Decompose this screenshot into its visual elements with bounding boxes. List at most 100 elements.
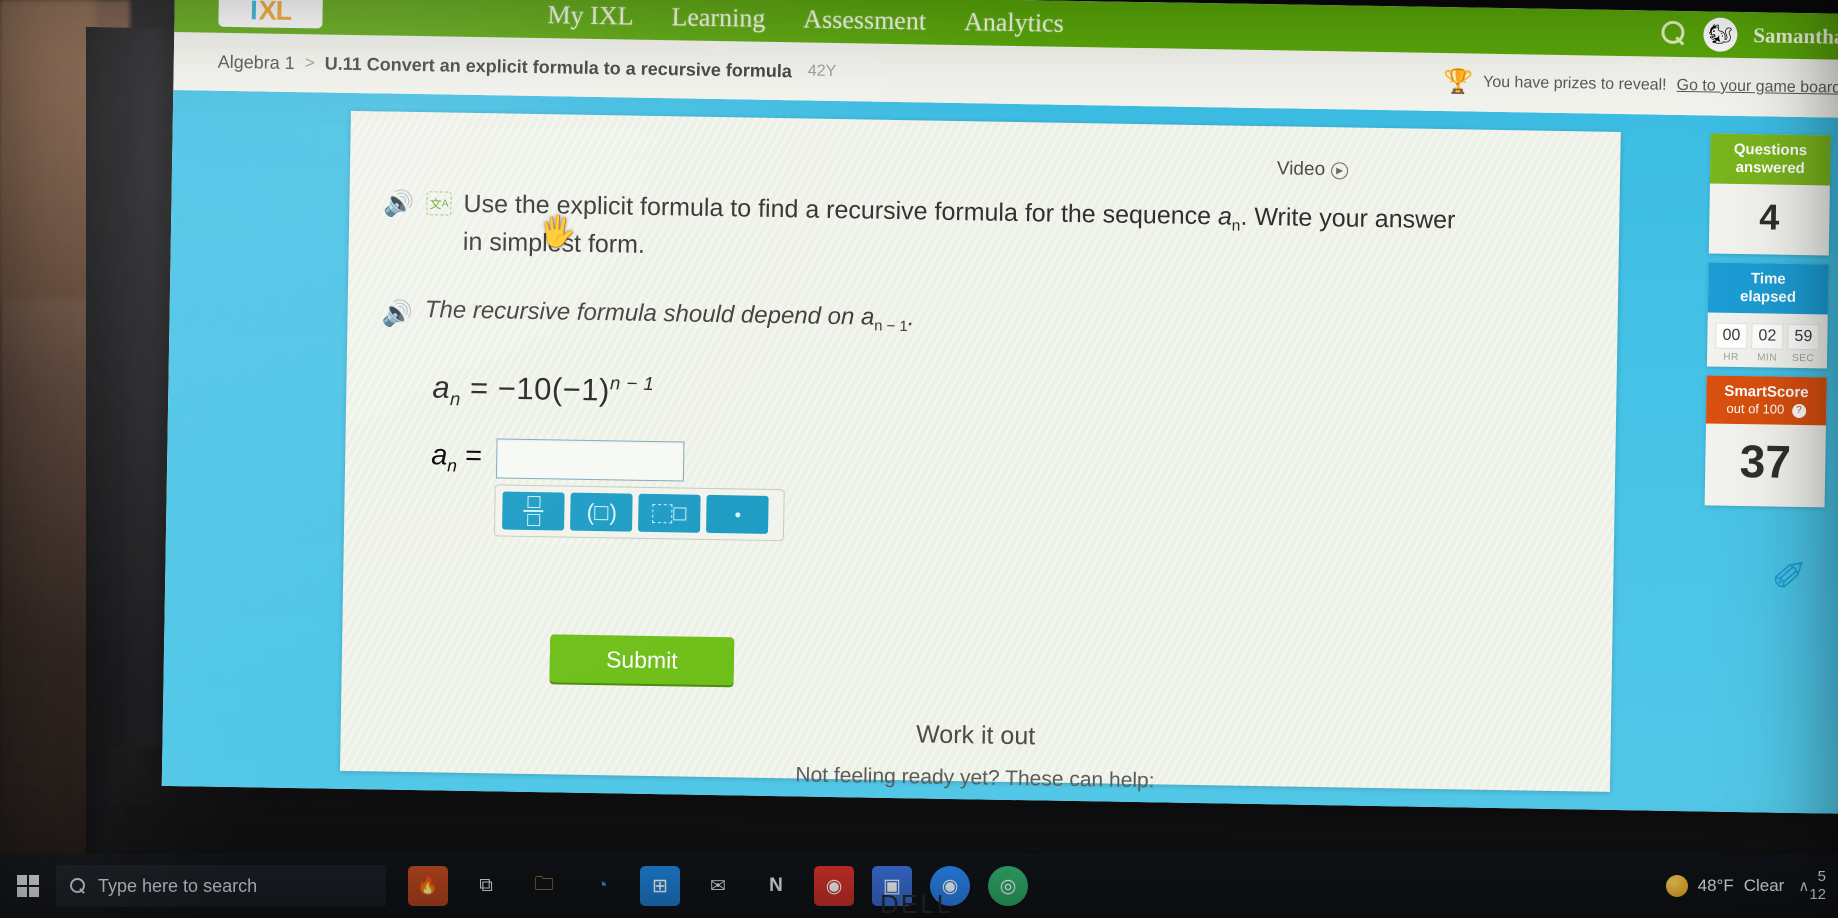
time-elapsed-title-2: elapsed	[1739, 287, 1797, 306]
exponent-key[interactable]	[638, 493, 701, 533]
timer-seconds: 59 SEC	[1787, 323, 1820, 365]
translate-icon[interactable]: 文A	[426, 191, 452, 216]
prize-banner-text: You have prizes to reveal!	[1482, 73, 1667, 94]
edge-browser-icon[interactable]: ◔	[582, 866, 622, 906]
task-view-icon[interactable]: ⧉	[466, 866, 506, 906]
work-it-out-heading: Work it out	[915, 720, 1036, 751]
questions-answered-value: 4	[1759, 196, 1780, 238]
questions-answered-title-1: Questions	[1733, 140, 1808, 160]
ixl-logo[interactable]: I XL	[218, 0, 323, 29]
answer-lhs-sub: n	[447, 454, 458, 476]
game-board-link[interactable]: Go to your game board.	[1676, 77, 1838, 98]
score-rail: Questions answered 4 Time elapsed 00 HR	[1704, 133, 1831, 516]
hint-part2: .	[907, 303, 915, 331]
video-label: Video	[1276, 158, 1326, 181]
timer-hours: 00 HR	[1715, 322, 1748, 364]
hint-speaker-icon[interactable]: 🔊	[381, 299, 413, 328]
netflix-icon[interactable]: N	[756, 866, 796, 906]
formula-rhs: −10(−1)	[497, 370, 611, 408]
timer-seconds-label: SEC	[1791, 352, 1815, 365]
weather-widget[interactable]: 48°F Clear	[1665, 875, 1784, 897]
timer-hours-value: 00	[1715, 322, 1748, 350]
microsoft-store-icon[interactable]: ⊞	[640, 866, 680, 906]
skill-code: 42Y	[807, 62, 837, 80]
background-room-highlight	[0, 0, 96, 300]
questions-answered-title-2: answered	[1735, 158, 1805, 178]
hint-part1: The recursive formula should depend on	[424, 295, 862, 330]
nav-item-analytics[interactable]: Analytics	[964, 7, 1064, 39]
user-name: Samantha	[1753, 22, 1838, 49]
questions-answered-card: Questions answered 4	[1708, 133, 1831, 256]
prize-banner: 🏆 You have prizes to reveal! Go to your …	[1442, 68, 1838, 101]
breadcrumb-skill: U.11 Convert an explicit formula to a re…	[324, 52, 793, 81]
taskbar-clock-line2: 12	[1809, 886, 1826, 903]
decimal-point-key[interactable]	[706, 494, 769, 534]
time-elapsed-card: Time elapsed 00 HR 02 MIN 59 SEC	[1706, 262, 1829, 369]
formula-lhs-var: a	[432, 369, 451, 405]
video-link[interactable]: Video ▶	[1277, 158, 1349, 181]
question-prompt-var: a	[1217, 202, 1233, 231]
question-card: Video ▶ 🔊 文A Use the explicit formula to…	[340, 110, 1621, 792]
taskbar-clock-line1: 5	[1817, 868, 1826, 885]
timer-seconds-value: 59	[1787, 323, 1820, 351]
timer-minutes: 02 MIN	[1751, 323, 1784, 364]
breadcrumb-course[interactable]: Algebra 1	[218, 51, 295, 73]
weather-temp: 48°F	[1697, 876, 1734, 895]
logo-letters-xl: XL	[258, 0, 292, 26]
formula-equals: =	[469, 369, 490, 406]
breadcrumb: Algebra 1 > U.11 Convert an explicit for…	[218, 51, 837, 82]
formula-exponent: n − 1	[609, 371, 655, 394]
search-icon	[70, 878, 86, 894]
smartscore-value: 37	[1739, 434, 1792, 488]
taskbar-clock[interactable]: 5 12	[1809, 868, 1826, 904]
photo-of-laptop-screen: I XL My IXL Learning Assessment Analytics…	[0, 0, 1838, 918]
smartscore-subtitle: out of 100 ?	[1710, 401, 1822, 418]
time-elapsed-header: Time elapsed	[1707, 262, 1829, 315]
timer: 00 HR 02 MIN 59 SEC	[1707, 312, 1828, 368]
speaker-icon[interactable]: 🔊	[383, 189, 415, 218]
hint-var: a	[860, 302, 875, 331]
file-explorer-icon[interactable]: 🗀	[524, 866, 564, 906]
timer-minutes-value: 02	[1751, 323, 1784, 350]
chevron-up-icon[interactable]: ∧	[1798, 877, 1809, 895]
answer-input[interactable]	[495, 438, 685, 482]
avatar[interactable]: 🐿	[1703, 17, 1738, 52]
submit-button[interactable]: Submit	[549, 634, 735, 686]
timer-minutes-label: MIN	[1757, 352, 1778, 364]
smartscore-title: SmartScore	[1724, 382, 1809, 402]
windows-start-icon[interactable]	[0, 854, 56, 918]
question-mark-icon[interactable]: ?	[1791, 403, 1807, 418]
sun-icon	[1665, 875, 1688, 897]
math-keypad: () 🖐	[493, 215, 785, 542]
question-area: 🔊 文A Use the explicit formula to find a …	[378, 185, 1500, 552]
time-elapsed-title-1: Time	[1750, 270, 1786, 288]
smartscore-card: SmartScore out of 100 ? 37	[1704, 375, 1827, 508]
trophy-icon: 🏆	[1442, 68, 1474, 96]
mail-icon[interactable]: ✉	[698, 866, 738, 906]
taskbar-search-input[interactable]: Type here to search	[56, 865, 386, 907]
nav-item-assessment[interactable]: Assessment	[803, 4, 926, 36]
parentheses-key[interactable]: ()	[570, 492, 633, 532]
nav-item-my-ixl[interactable]: My IXL	[547, 0, 633, 31]
app-icon-red[interactable]: ◉	[814, 866, 854, 906]
device-brand: DELL	[880, 889, 954, 918]
chrome-icon[interactable]: ◎	[988, 866, 1028, 906]
smartscore-header: SmartScore out of 100 ?	[1705, 375, 1827, 426]
question-prompt: Use the explicit formula to find a recur…	[463, 187, 1464, 277]
pencil-icon: ✏	[1761, 543, 1822, 605]
answer-label: an =	[431, 439, 482, 477]
fireplace-app-icon[interactable]: 🔥	[408, 866, 448, 906]
nav-item-learning[interactable]: Learning	[671, 2, 765, 34]
question-row: 🔊 文A Use the explicit formula to find a …	[383, 185, 1500, 277]
timer-hours-label: HR	[1723, 351, 1739, 363]
formula-lhs-sub: n	[449, 387, 461, 409]
page-body: Video ▶ 🔊 文A Use the explicit formula to…	[161, 89, 1838, 814]
question-prompt-part1: Use the explicit formula to find a recur…	[463, 189, 1219, 231]
questions-answered-header: Questions answered	[1709, 133, 1831, 186]
breadcrumb-separator: >	[304, 53, 315, 73]
hint-var-sub: n − 1	[874, 317, 908, 335]
laptop-screen: I XL My IXL Learning Assessment Analytics…	[161, 0, 1838, 814]
fraction-key[interactable]	[502, 491, 565, 531]
main-navigation: My IXL Learning Assessment Analytics	[547, 0, 1064, 39]
search-icon[interactable]	[1661, 21, 1687, 47]
